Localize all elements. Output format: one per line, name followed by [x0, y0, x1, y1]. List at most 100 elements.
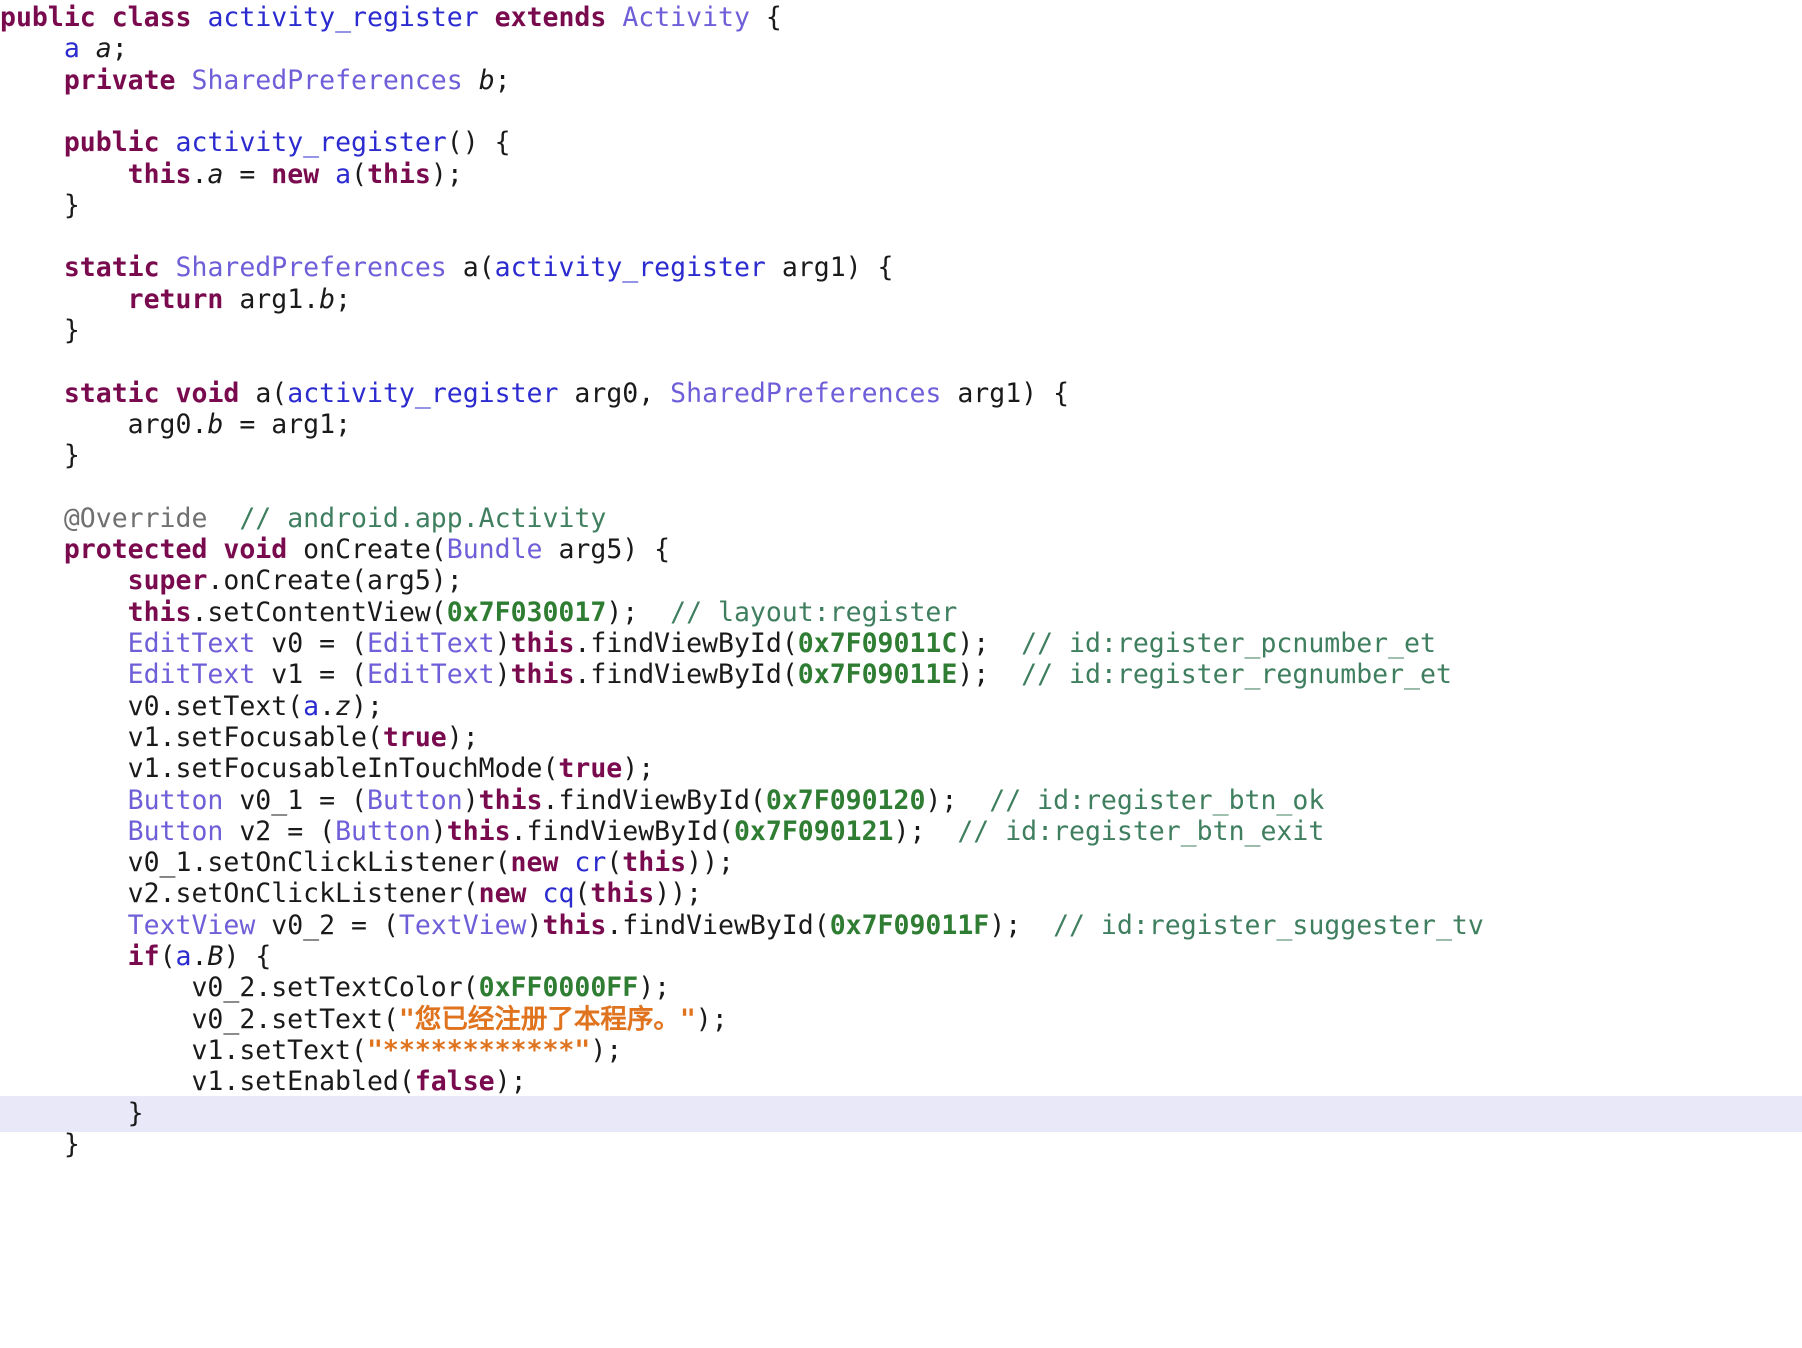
code-token: a [303, 690, 320, 722]
code-token: void [223, 534, 288, 566]
code-token: = arg1; [223, 408, 352, 440]
code-token: activity_register [175, 127, 447, 159]
code-token: v1.setFocusableInTouchMode( [0, 753, 559, 785]
code-token: Button [335, 815, 431, 847]
code-token: void [175, 377, 240, 409]
code-token: )); [654, 878, 703, 910]
code-token: SharedPreferences [175, 252, 447, 284]
code-token: .findViewById( [510, 815, 734, 847]
code-token: 0xFF0000FF [478, 972, 639, 1004]
code-token: // layout:register [670, 596, 958, 628]
code-token: ( [159, 941, 176, 972]
code-token: ); [351, 690, 383, 722]
code-token: )); [686, 847, 734, 879]
code-token: ); [494, 1066, 527, 1098]
code-token: this [622, 847, 687, 879]
code-token: this [510, 659, 575, 691]
code-token: .onCreate(arg5); [207, 565, 463, 597]
code-token: onCreate( [287, 534, 447, 566]
code-token: ( [351, 158, 368, 190]
code-token: this [446, 815, 511, 847]
code-token: activity_register [287, 377, 559, 409]
code-token: return [127, 283, 224, 315]
code-token: 0x7F030017 [446, 596, 607, 628]
code-token: ); [606, 596, 671, 628]
code-token: "您已经注册了本程序。" [398, 1003, 696, 1035]
code-token: ; [111, 33, 128, 65]
code-token: this [510, 628, 575, 659]
code-token: TextView [127, 909, 256, 941]
code-token: ( [574, 878, 591, 910]
code-token: Button [127, 815, 224, 847]
code-token: arg5) { [542, 534, 671, 566]
code-token: . [191, 158, 208, 190]
code-token: ); [590, 1034, 623, 1066]
code-token: a [95, 33, 112, 65]
code-token: ( [606, 847, 623, 879]
code-token: ; [335, 283, 352, 315]
code-token: .findViewById( [574, 659, 798, 691]
code-token: EditText [366, 628, 495, 659]
code-token: false [414, 1066, 495, 1098]
code-line[interactable]: } [0, 1127, 1802, 1163]
code-token: v0_2 = ( [255, 909, 399, 941]
code-token: a [175, 941, 192, 972]
code-token: arg1) { [941, 377, 1070, 409]
code-token: ); [430, 158, 463, 190]
code-token: true [558, 753, 623, 785]
code-token: ); [638, 972, 671, 1004]
code-token: } [0, 1097, 144, 1129]
code-token: a( [446, 252, 495, 284]
code-token: = [223, 158, 272, 190]
code-token: ); [957, 628, 1022, 659]
code-token: z [335, 690, 352, 722]
code-token: new [510, 847, 559, 879]
code-token: private [63, 64, 176, 96]
code-token: a [335, 158, 352, 190]
code-token: ); [957, 659, 1022, 691]
code-token: 0x7F09011E [797, 659, 958, 691]
code-token: ) [462, 784, 479, 816]
code-token: .setContentView( [191, 596, 447, 628]
code-token: 0x7F090120 [765, 784, 926, 816]
code-editor[interactable]: public class activity_register extends A… [0, 0, 1802, 1348]
code-token: EditText [366, 659, 495, 691]
code-token: // id:register_suggester_tv [1053, 909, 1484, 941]
code-token: // id:register_btn_exit [957, 815, 1325, 847]
code-token: . [319, 690, 336, 722]
code-token: // id:register_regnumber_et [1021, 659, 1452, 691]
code-token: v0_1 = ( [223, 784, 367, 816]
code-token: this [590, 878, 655, 910]
code-token: this [478, 784, 543, 816]
code-token: a( [239, 377, 288, 409]
code-token: v2.setOnClickListener( [0, 878, 479, 910]
code-token: arg1. [223, 283, 320, 315]
code-token: . [191, 941, 208, 972]
code-token: 0x7F09011C [797, 628, 958, 659]
code-token: v1.setText( [0, 1034, 367, 1066]
code-token: public [0, 2, 96, 33]
code-token: Activity [622, 2, 750, 33]
code-token: EditText [127, 659, 256, 691]
code-token: extends [494, 2, 607, 33]
